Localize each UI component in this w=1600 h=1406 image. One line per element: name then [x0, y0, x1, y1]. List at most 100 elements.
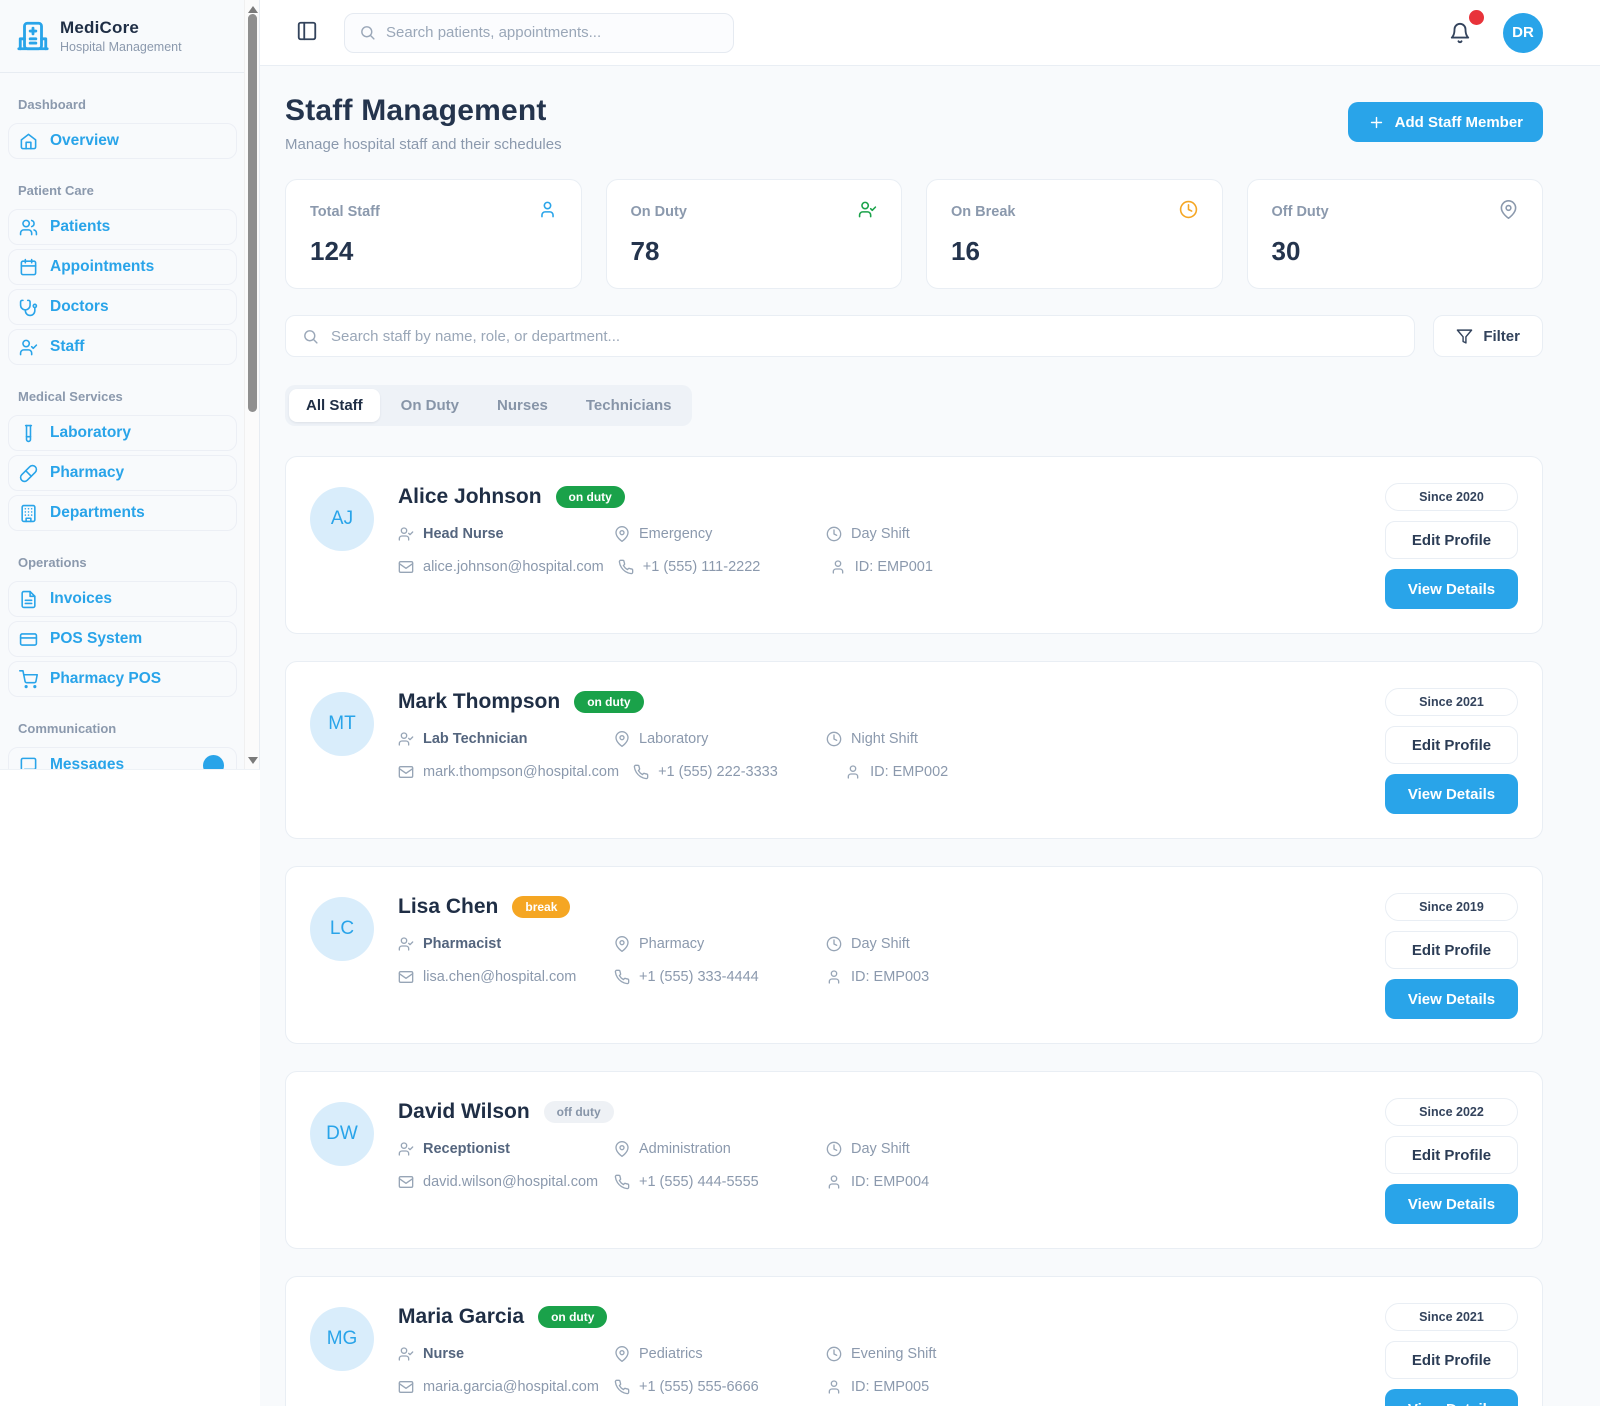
sidebar-section: Operations Invoices POS System Pharmacy …	[0, 555, 245, 697]
search-icon	[302, 328, 319, 345]
user-icon	[826, 969, 842, 985]
sidebar-item-pos-system[interactable]: POS System	[8, 621, 237, 657]
sidebar-item-patients[interactable]: Patients	[8, 209, 237, 245]
sidebar-scrollbar[interactable]	[244, 0, 259, 770]
avatar: DW	[310, 1102, 374, 1166]
tab-on-duty[interactable]: On Duty	[384, 389, 476, 422]
phone-icon	[633, 764, 649, 780]
scroll-up-icon[interactable]	[248, 6, 258, 13]
sidebar-item-label: Pharmacy POS	[50, 670, 161, 688]
view-details-button[interactable]: View Details	[1385, 1389, 1518, 1406]
staff-phone: +1 (555) 111-2222	[643, 559, 761, 575]
staff-shift: Day Shift	[851, 936, 910, 952]
sidebar-item-messages[interactable]: Messages	[8, 747, 237, 770]
staff-phone: +1 (555) 333-4444	[639, 969, 759, 985]
tab-technicians[interactable]: Technicians	[569, 389, 689, 422]
building-icon	[19, 504, 38, 523]
sidebar-item-staff[interactable]: Staff	[8, 329, 237, 365]
avatar: MG	[310, 1307, 374, 1371]
stat-card: Off Duty 30	[1247, 179, 1544, 289]
edit-profile-button[interactable]: Edit Profile	[1385, 1341, 1518, 1379]
sidebar-section: Dashboard Overview	[0, 97, 245, 159]
notifications-button[interactable]	[1445, 18, 1475, 48]
staff-phone: +1 (555) 444-5555	[639, 1174, 759, 1190]
sidebar-section: Medical Services Laboratory Pharmacy Dep…	[0, 389, 245, 531]
view-details-button[interactable]: View Details	[1385, 774, 1518, 814]
status-badge: break	[512, 896, 570, 918]
cart-icon	[19, 670, 38, 689]
tab-all-staff[interactable]: All Staff	[289, 389, 380, 422]
sidebar-item-appointments[interactable]: Appointments	[8, 249, 237, 285]
brand-text: MediCore Hospital Management	[60, 18, 182, 54]
page-header-text: Staff Management Manage hospital staff a…	[285, 94, 562, 153]
sidebar-section-items: Overview	[8, 123, 237, 159]
home-icon	[19, 132, 38, 151]
since-badge: Since 2019	[1385, 893, 1518, 921]
sidebar-item-label: Messages	[50, 756, 124, 770]
staff-contact-row: alice.johnson@hospital.com +1 (555) 111-…	[398, 559, 1361, 575]
sidebar-section-items: Invoices POS System Pharmacy POS	[8, 581, 237, 697]
edit-profile-button[interactable]: Edit Profile	[1385, 726, 1518, 764]
sidebar-toggle-button[interactable]	[292, 18, 322, 48]
staff-card: MG Maria Garcia on duty Nurse Pediatrics…	[285, 1276, 1543, 1406]
sidebar-item-pharmacy[interactable]: Pharmacy	[8, 455, 237, 491]
add-staff-button[interactable]: Add Staff Member	[1348, 102, 1543, 142]
since-badge: Since 2021	[1385, 688, 1518, 716]
main-content: Staff Management Manage hospital staff a…	[260, 66, 1600, 1406]
sidebar-item-doctors[interactable]: Doctors	[8, 289, 237, 325]
mail-icon	[398, 559, 414, 575]
page-subtitle: Manage hospital staff and their schedule…	[285, 136, 562, 153]
edit-profile-button[interactable]: Edit Profile	[1385, 931, 1518, 969]
map-pin-icon	[614, 526, 630, 542]
scroll-down-icon[interactable]	[248, 757, 258, 764]
clock-icon	[826, 1346, 842, 1362]
sidebar-item-laboratory[interactable]: Laboratory	[8, 415, 237, 451]
staff-email: alice.johnson@hospital.com	[423, 559, 604, 575]
map-pin-icon	[614, 1346, 630, 1362]
sidebar-section: Patient Care Patients Appointments Docto…	[0, 183, 245, 365]
staff-info-row: Pharmacist Pharmacy Day Shift	[398, 936, 1361, 952]
view-details-button[interactable]: View Details	[1385, 1184, 1518, 1224]
user-check-icon	[398, 1346, 414, 1362]
global-search-input[interactable]	[386, 24, 719, 41]
sidebar-item-invoices[interactable]: Invoices	[8, 581, 237, 617]
filter-label: Filter	[1483, 328, 1520, 345]
sidebar-content: MediCore Hospital Management Dashboard O…	[0, 0, 245, 770]
users-icon	[19, 218, 38, 237]
filter-button[interactable]: Filter	[1433, 315, 1543, 357]
map-pin-icon	[1499, 200, 1518, 224]
staff-role: Lab Technician	[423, 731, 527, 747]
plus-icon	[1368, 114, 1385, 131]
sidebar-item-label: Departments	[50, 504, 145, 522]
staff-search	[285, 315, 1415, 357]
edit-profile-button[interactable]: Edit Profile	[1385, 1136, 1518, 1174]
tab-nurses[interactable]: Nurses	[480, 389, 565, 422]
staff-card: MT Mark Thompson on duty Lab Technician …	[285, 661, 1543, 839]
sidebar-item-label: Staff	[50, 338, 84, 356]
staff-id: ID: EMP002	[870, 764, 948, 780]
staff-id: ID: EMP001	[855, 559, 933, 575]
staff-contact-row: mark.thompson@hospital.com +1 (555) 222-…	[398, 764, 1361, 780]
staff-search-input[interactable]	[331, 328, 1398, 345]
sidebar-item-departments[interactable]: Departments	[8, 495, 237, 531]
map-pin-icon	[614, 731, 630, 747]
topbar: DR	[260, 0, 1600, 66]
edit-profile-button[interactable]: Edit Profile	[1385, 521, 1518, 559]
user-icon	[830, 559, 846, 575]
user-check-icon	[858, 200, 877, 224]
scrollbar-thumb[interactable]	[248, 14, 257, 412]
view-details-button[interactable]: View Details	[1385, 979, 1518, 1019]
notification-dot	[1469, 10, 1484, 25]
stat-label: On Break	[951, 204, 1015, 220]
sidebar-item-label: Patients	[50, 218, 110, 236]
sidebar-item-pharmacy-pos[interactable]: Pharmacy POS	[8, 661, 237, 697]
staff-name: Maria Garcia	[398, 1305, 524, 1329]
pill-icon	[19, 464, 38, 483]
staff-role: Head Nurse	[423, 526, 504, 542]
staff-id: ID: EMP004	[851, 1174, 929, 1190]
staff-department: Emergency	[639, 526, 712, 542]
user-icon	[845, 764, 861, 780]
view-details-button[interactable]: View Details	[1385, 569, 1518, 609]
sidebar-item-overview[interactable]: Overview	[8, 123, 237, 159]
user-avatar[interactable]: DR	[1503, 13, 1543, 53]
